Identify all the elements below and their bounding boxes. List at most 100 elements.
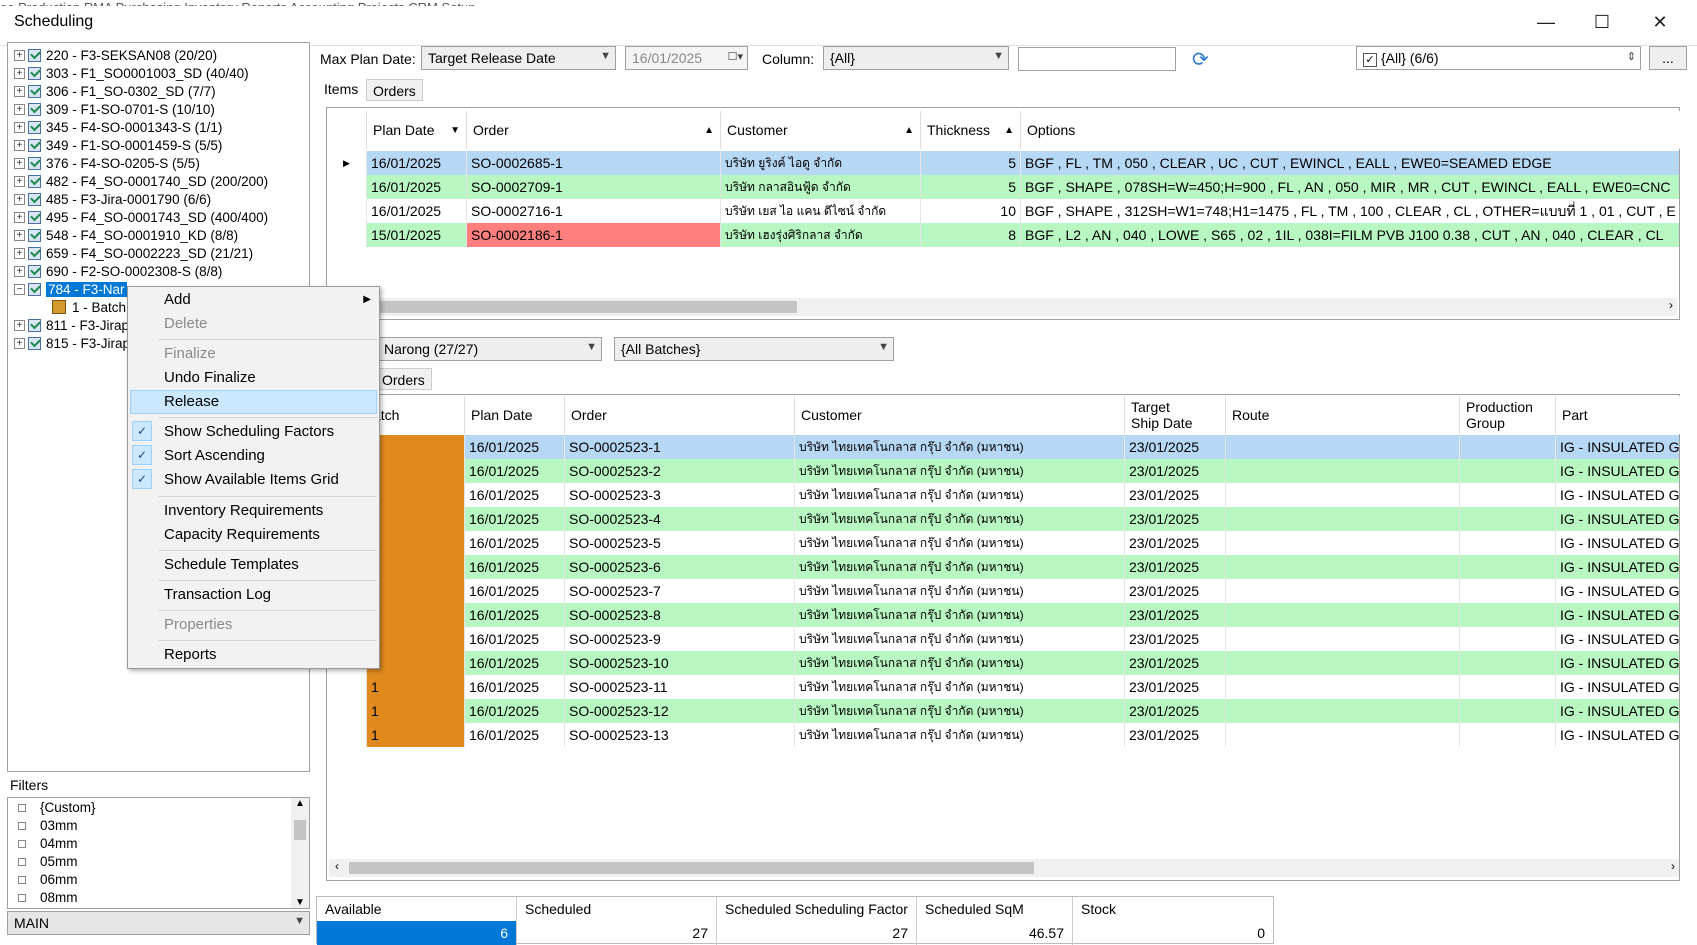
menu-show-available-items-grid[interactable]: Show Available Items Grid [164,469,339,491]
expand-icon[interactable]: + [14,85,25,97]
filter-item[interactable]: {Custom} [18,800,96,815]
tree-node[interactable]: +690 - F2-SO-0002308-S (8/8) [14,262,222,280]
tree-node-selected[interactable]: − 784 - F3-Nar [14,280,127,298]
tree-node-batch[interactable]: 1 - Batch [52,298,126,316]
tree-node[interactable]: +345 - F4-SO-0001343-S (1/1) [14,118,222,136]
checkbox-icon[interactable] [18,803,26,812]
scroll-right-icon[interactable]: › [1671,859,1675,873]
scroll-thumb[interactable] [377,301,797,313]
menu-capacity-requirements[interactable]: Capacity Requirements [164,524,320,546]
table-row[interactable]: 16/01/2025 SO-0002523-9 บริษัท ไทยเทคโนกลา… [327,627,1679,651]
checkbox-icon[interactable] [18,875,26,884]
table-row[interactable]: 16/01/2025 SO-0002523-1 บริษัท ไทยเทคโนกลา… [327,435,1679,459]
table-row[interactable]: 16/01/2025 SO-0002716-1 บริษัท เยส ไอ แคน … [327,199,1679,223]
column-select[interactable]: {All} ▼ [823,46,1009,70]
filters-list[interactable]: {Custom} 03mm 04mm 05mm 06mm 08mm ▲ ▼ [7,797,310,909]
close-icon[interactable]: ✕ [1640,8,1680,36]
tree-node[interactable]: +303 - F1_SO0001003_SD (40/40) [14,64,249,82]
table-row[interactable]: 16/01/2025 SO-0002523-7 บริษัท ไทยเทคโนกลา… [327,579,1679,603]
tree-node[interactable]: +495 - F4_SO-0001743_SD (400/400) [14,208,268,226]
expand-icon[interactable]: + [14,49,25,61]
expand-icon[interactable]: + [14,337,25,349]
filter-item[interactable]: 03mm [18,818,78,833]
search-input[interactable] [1018,47,1176,71]
tree-node[interactable]: +659 - F4_SO-0002223_SD (21/21) [14,244,253,262]
col-thickness[interactable]: Thickness ▲ [921,111,1021,149]
tab-orders-bottom[interactable]: Orders [375,368,432,390]
tree-node[interactable]: + 811 - F3-Jirap [14,316,129,334]
minimize-icon[interactable]: — [1526,8,1566,36]
table-row[interactable]: 16/01/2025 SO-0002523-6 บริษัท ไทยเทคโนกลา… [327,555,1679,579]
row-indicator[interactable] [327,175,367,199]
row-indicator[interactable] [327,699,367,723]
menu-sort-ascending[interactable]: Sort Ascending [164,445,265,467]
col-options[interactable]: Options [1021,111,1681,149]
filter-icon[interactable]: ▼ [450,125,460,136]
expand-icon[interactable]: + [14,67,25,79]
table-row[interactable]: ▶ 16/01/2025 SO-0002685-1 บริษัท ยูริงค์ ไอ… [327,151,1679,175]
more-button[interactable]: ... [1649,46,1687,70]
row-indicator[interactable] [327,199,367,223]
horizontal-scrollbar[interactable]: › [347,298,1677,316]
menu-add[interactable]: Add [164,289,191,311]
expand-icon[interactable]: + [14,139,25,151]
col-batch[interactable]: atch [367,396,465,434]
col-plan-date[interactable]: Plan Date ▼ [367,111,467,149]
col-route[interactable]: Route [1226,396,1460,434]
tree-node[interactable]: +220 - F3-SEKSAN08 (20/20) [14,46,217,64]
menu-release[interactable]: Release [164,391,219,413]
table-row[interactable]: 16/01/2025 SO-0002523-10 บริษัท ไทยเทคโนกล… [327,651,1679,675]
expand-icon[interactable]: + [14,175,25,187]
tree-node[interactable]: +349 - F1-SO-0001459-S (5/5) [14,136,222,154]
col-target-ship-date[interactable]: Target Ship Date [1125,396,1226,434]
scroll-thumb[interactable] [294,820,306,840]
max-plan-date-select[interactable]: Target Release Date ▼ [421,46,616,70]
checkbox-icon[interactable] [18,821,26,830]
tree-node[interactable]: +376 - F4-SO-0205-S (5/5) [14,154,200,172]
expand-icon[interactable]: + [14,229,25,241]
col-part[interactable]: Part [1556,396,1681,434]
tree-node[interactable]: +306 - F1_SO-0302_SD (7/7) [14,82,216,100]
menu-properties[interactable]: Properties [164,614,232,636]
expand-icon[interactable]: + [14,121,25,133]
table-row[interactable]: 1 16/01/2025 SO-0002523-11 บริษัท ไทยเทคโนก… [327,675,1679,699]
menu-inventory-requirements[interactable]: Inventory Requirements [164,500,323,522]
row-indicator[interactable] [327,675,367,699]
checkbox-icon[interactable] [18,839,26,848]
scroll-up-icon[interactable]: ▲ [291,798,309,809]
collapse-icon[interactable]: − [14,283,25,295]
table-row[interactable]: 16/01/2025 SO-0002523-4 บริษัท ไทยเทคโนกลา… [327,507,1679,531]
tree-node[interactable]: +482 - F4_SO-0001740_SD (200/200) [14,172,268,190]
table-row[interactable]: 16/01/2025 SO-0002523-2 บริษัท ไทยเทคโนกลา… [327,459,1679,483]
filter-item[interactable]: 08mm [18,890,78,905]
expand-icon[interactable]: + [14,103,25,115]
checkbox-icon[interactable]: ✓ [1363,53,1377,67]
horizontal-scrollbar[interactable]: ‹ › [329,859,1679,877]
table-row[interactable]: 16/01/2025 SO-0002523-5 บริษัท ไทยเทคโนกลา… [327,531,1679,555]
checkbox-icon[interactable] [18,893,26,902]
vertical-scrollbar[interactable]: ▲ ▼ [291,798,309,908]
menu-delete[interactable]: Delete [164,313,207,335]
scroll-thumb[interactable] [349,862,1034,874]
maximize-icon[interactable]: ☐ [1582,8,1622,36]
tree-node[interactable]: + 815 - F3-Jirap [14,334,130,352]
filter-item[interactable]: 05mm [18,854,78,869]
tab-items[interactable]: Items [318,78,364,100]
tree-node[interactable]: +309 - F1-SO-0701-S (10/10) [14,100,215,118]
col-order[interactable]: Order ▲ [467,111,721,149]
tree-node[interactable]: +485 - F3-Jira-0001790 (6/6) [14,190,211,208]
sort-icon[interactable]: ▲ [1004,125,1014,136]
filter-item[interactable]: 04mm [18,836,78,851]
filter-checklist[interactable]: ✓ {All} (6/6) ⇕ [1356,46,1641,70]
table-row[interactable]: 16/01/2025 SO-0002523-8 บริษัท ไทยเทคโนกลา… [327,603,1679,627]
sort-icon[interactable]: ▲ [704,125,714,136]
date-picker[interactable]: 16/01/2025 ☐▾ [625,46,748,70]
tree-node[interactable]: +548 - F4_SO-0001910_KD (8/8) [14,226,238,244]
menu-undo-finalize[interactable]: Undo Finalize [164,367,256,389]
batches-select[interactable]: {All Batches} ▼ [614,337,894,361]
scroll-down-icon[interactable]: ▼ [291,897,309,908]
expand-icon[interactable]: + [14,193,25,205]
schedule-select[interactable]: Narong (27/27) ▼ [377,337,602,361]
col-customer[interactable]: Customer [795,396,1125,434]
refresh-icon[interactable]: ⟳ [1192,47,1209,72]
